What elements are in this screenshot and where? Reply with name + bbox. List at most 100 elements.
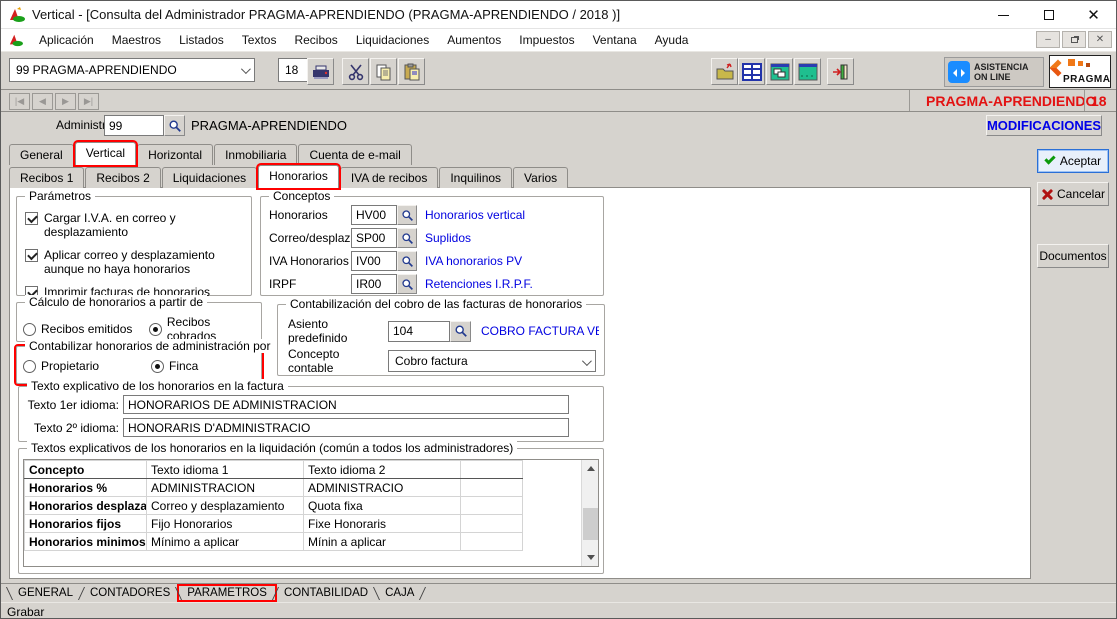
correo-desplaz-code-input[interactable]: SP00 — [351, 228, 397, 248]
checkbox-cargar-iva[interactable] — [25, 212, 38, 225]
menu-aplicacion[interactable]: Aplicación — [30, 30, 103, 50]
copy-button[interactable] — [370, 58, 397, 85]
asiento-code-input[interactable]: 104 — [388, 321, 450, 342]
tile-windows-button[interactable] — [794, 58, 821, 85]
menu-impuestos[interactable]: Impuestos — [510, 30, 583, 50]
tab-general[interactable]: General — [9, 144, 74, 165]
year-combo-value: 18 — [285, 63, 298, 77]
tab-inquilinos[interactable]: Inquilinos — [439, 167, 512, 188]
honorarios-code-input[interactable]: HV00 — [351, 205, 397, 225]
irpf-search-button[interactable] — [397, 274, 417, 294]
administrator-code-input[interactable]: 99 — [104, 115, 164, 136]
texto-1er-idioma-input[interactable]: HONORARIOS DE ADMINISTRACION — [123, 395, 569, 414]
tab-varios[interactable]: Varios — [513, 167, 568, 188]
radio-recibos-emitidos-label: Recibos emitidos — [41, 322, 144, 336]
asiento-search-button[interactable] — [450, 321, 471, 342]
concepto-contable-select[interactable]: Cobro factura — [388, 350, 596, 372]
grid-view-button[interactable] — [738, 58, 765, 85]
bottom-tab-contadores[interactable]: CONTADORES — [82, 586, 178, 600]
irpf-code-input[interactable]: IR00 — [351, 274, 397, 294]
close-button[interactable]: ✕ — [1071, 1, 1116, 29]
last-record-button[interactable]: ▶| — [78, 93, 99, 110]
col-texto-idioma-2[interactable]: Texto idioma 2 — [304, 461, 461, 479]
checkbox-aplicar-correo-label: Aplicar correo y desplazamiento aunque n… — [44, 248, 239, 276]
tab-cuenta-email[interactable]: Cuenta de e-mail — [298, 144, 411, 165]
tab-recibos-1[interactable]: Recibos 1 — [9, 167, 84, 188]
correo-desplaz-search-button[interactable] — [397, 228, 417, 248]
checkbox-aplicar-correo[interactable] — [25, 249, 38, 262]
menu-maestros[interactable]: Maestros — [103, 30, 170, 50]
next-record-button[interactable]: ▶ — [55, 93, 76, 110]
documentos-button[interactable]: Documentos — [1037, 244, 1109, 268]
scrollbar-thumb[interactable] — [583, 508, 598, 540]
maximize-button[interactable] — [1026, 1, 1071, 29]
tab-recibos-2[interactable]: Recibos 2 — [85, 167, 160, 188]
menu-ayuda[interactable]: Ayuda — [646, 30, 698, 50]
maximize-icon — [1044, 10, 1054, 20]
minimize-button[interactable] — [981, 1, 1026, 29]
menu-listados[interactable]: Listados — [170, 30, 233, 50]
textos-liquidacion-groupbox: Textos explicativos de los honorarios en… — [18, 448, 604, 574]
current-year-label: 18 — [1091, 93, 1107, 109]
iva-honorarios-search-button[interactable] — [397, 251, 417, 271]
menu-aumentos[interactable]: Aumentos — [438, 30, 510, 50]
bottom-tab-contabilidad[interactable]: CONTABILIDAD — [276, 586, 376, 600]
col-blank — [461, 461, 523, 479]
paste-button[interactable] — [398, 58, 425, 85]
table-row[interactable]: Honorarios desplazamieCorreo y desplazam… — [25, 497, 523, 515]
magnifier-icon — [401, 232, 414, 245]
radio-recibos-emitidos[interactable] — [23, 323, 36, 336]
print-button[interactable] — [307, 58, 334, 85]
correo-desplaz-label: Correo/desplaz. — [269, 231, 351, 245]
tab-inmobiliaria[interactable]: Inmobiliaria — [214, 144, 297, 165]
honorarios-search-button[interactable] — [397, 205, 417, 225]
iva-honorarios-code-input[interactable]: IV00 — [351, 251, 397, 271]
magnifier-icon — [454, 324, 468, 338]
tab-liquidaciones[interactable]: Liquidaciones — [162, 167, 257, 188]
modificaciones-button[interactable]: MODIFICACIONES — [986, 115, 1102, 136]
menu-recibos[interactable]: Recibos — [285, 30, 346, 50]
menu-textos[interactable]: Textos — [233, 30, 286, 50]
administrator-combo[interactable]: 99 PRAGMA-APRENDIENDO — [9, 58, 255, 82]
col-texto-idioma-1[interactable]: Texto idioma 1 — [147, 461, 304, 479]
prev-record-button[interactable]: ◀ — [32, 93, 53, 110]
table-row[interactable]: Honorarios minimosMínimo a aplicarMínin … — [25, 533, 523, 551]
bottom-tab-parametros[interactable]: PARAMETROS — [179, 586, 275, 600]
radio-recibos-cobrados[interactable] — [149, 323, 162, 336]
online-assistance-button[interactable]: ASISTENCIA ON LINE — [944, 57, 1044, 87]
tab-iva-de-recibos[interactable]: IVA de recibos — [340, 167, 439, 188]
scroll-down-icon — [587, 555, 595, 564]
radio-propietario[interactable] — [23, 360, 36, 373]
table-scrollbar[interactable] — [581, 460, 598, 566]
first-record-button[interactable]: |◀ — [9, 93, 30, 110]
exit-door-icon — [831, 63, 851, 81]
bottom-tab-caja[interactable]: CAJA — [377, 586, 422, 600]
col-concepto[interactable]: Concepto — [25, 461, 147, 479]
radio-finca[interactable] — [151, 360, 164, 373]
bottom-tab-general[interactable]: GENERAL — [10, 586, 81, 600]
open-folder-button[interactable] — [711, 58, 738, 85]
mdi-close-button[interactable]: ✕ — [1088, 31, 1112, 48]
texto-2-idioma-input[interactable]: HONORARIS D'ADMINISTRACIO — [123, 418, 569, 437]
cascade-windows-button[interactable] — [766, 58, 793, 85]
pragma-logo: PRAGMA — [1049, 55, 1111, 88]
table-row[interactable]: Honorarios fijosFijo HonorariosFixe Hono… — [25, 515, 523, 533]
exit-button[interactable] — [827, 58, 854, 85]
cancelar-button[interactable]: Cancelar — [1037, 182, 1109, 206]
menu-ventana[interactable]: Ventana — [584, 30, 646, 50]
mdi-restore-button[interactable] — [1062, 31, 1086, 48]
cut-button[interactable] — [342, 58, 369, 85]
tab-honorarios[interactable]: Honorarios — [258, 165, 339, 188]
menu-liquidaciones[interactable]: Liquidaciones — [347, 30, 438, 50]
tab-horizontal[interactable]: Horizontal — [137, 144, 213, 165]
scroll-down-button[interactable] — [582, 549, 599, 566]
scroll-up-button[interactable] — [582, 460, 599, 477]
table-row[interactable]: Honorarios %ADMINISTRACIONADMINISTRACIO — [25, 479, 523, 497]
parametros-groupbox: Parámetros Cargar I.V.A. en correo y des… — [16, 196, 252, 296]
administrator-search-button[interactable] — [164, 115, 185, 136]
administrator-name: PRAGMA-APRENDIENDO — [191, 118, 347, 133]
aceptar-button[interactable]: Aceptar — [1037, 149, 1109, 173]
tab-vertical[interactable]: Vertical — [75, 142, 136, 165]
correo-desplaz-desc: Suplidos — [425, 231, 471, 245]
mdi-minimize-button[interactable]: – — [1036, 31, 1060, 48]
